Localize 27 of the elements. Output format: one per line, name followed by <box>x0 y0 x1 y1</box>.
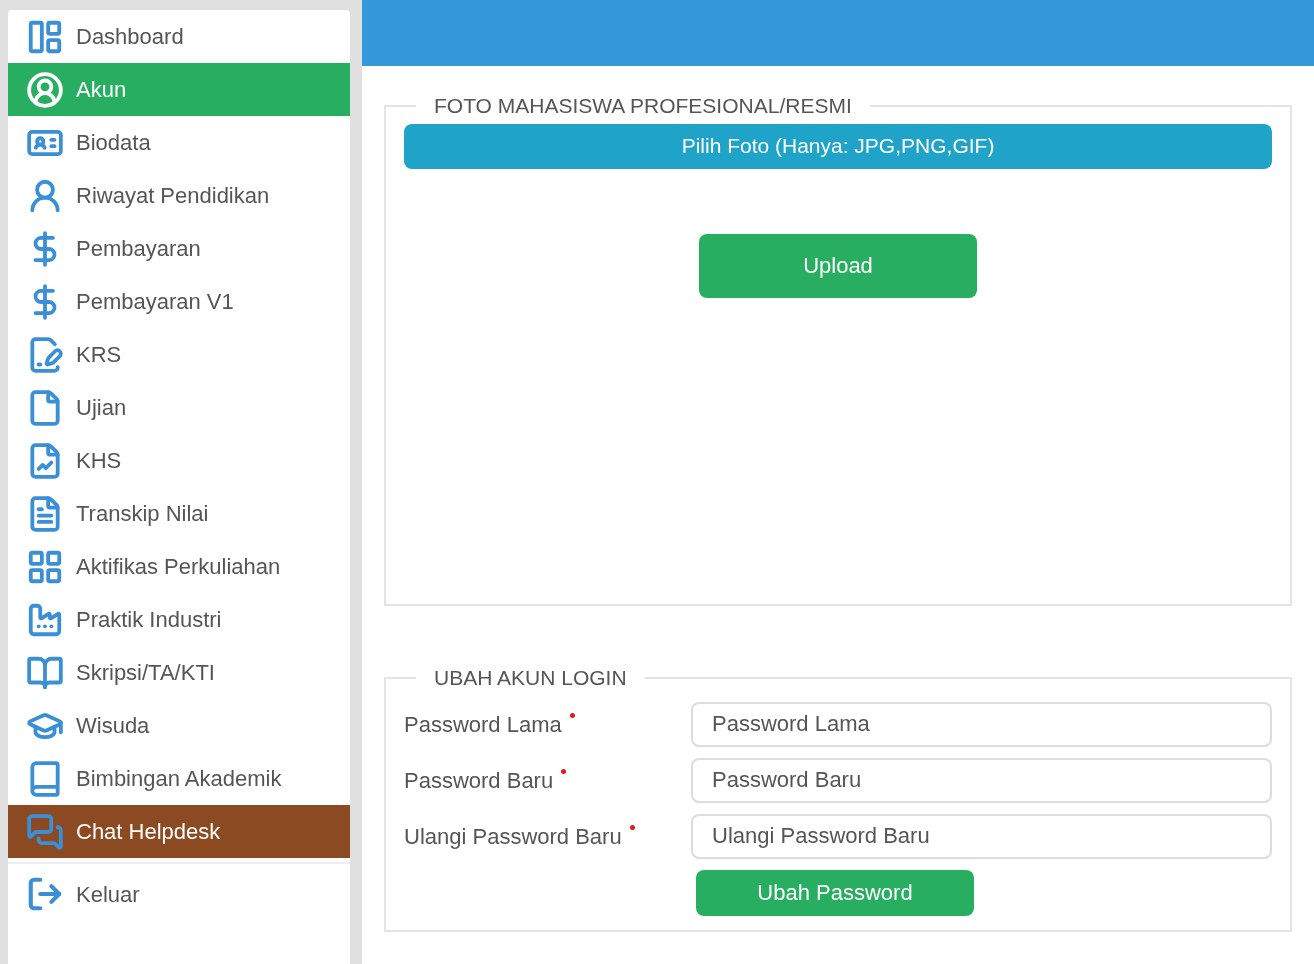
sidebar-item[interactable]: Pembayaran V1 <box>8 275 350 328</box>
field-label: Password Baru <box>404 766 554 795</box>
password-field[interactable]: Ulangi Password Baru <box>691 813 1272 859</box>
sidebar-item[interactable]: Bimbingan Akademik <box>8 752 350 805</box>
section-title: FOTO MAHASISWA PROFESIONAL/RESMI <box>433 93 853 119</box>
chat-bubbles-icon <box>26 812 64 851</box>
sidebar-item[interactable]: KHS <box>8 434 350 487</box>
sidebar-item[interactable]: Skripsi/TA/KTI <box>8 646 350 699</box>
sidebar-item[interactable]: Wisuda <box>8 699 350 752</box>
sidebar-item[interactable]: Riwayat Pendidikan <box>8 169 350 222</box>
logout-icon <box>26 875 64 913</box>
section-title: UBAH AKUN LOGIN <box>433 665 628 691</box>
sidebar-item[interactable]: Ujian <box>8 381 350 434</box>
sidebar-item[interactable]: Dashboard <box>8 10 350 63</box>
sidebar-item[interactable]: Pembayaran <box>8 222 350 275</box>
sidebar-item[interactable]: Praktik Industri <box>8 593 350 646</box>
field-label: Password Lama <box>404 710 562 739</box>
sidebar-item[interactable]: KRS <box>8 328 350 381</box>
sidebar-item[interactable]: Transkip Nilai <box>8 487 350 540</box>
field-label: Ulangi Password Baru <box>404 822 622 851</box>
sidebar-item[interactable]: Biodata <box>8 116 350 169</box>
password-field[interactable]: Password Baru <box>691 757 1272 803</box>
sidebar-item[interactable]: Keluar <box>8 864 350 924</box>
sidebar-item[interactable]: Chat Helpdesk <box>8 805 350 858</box>
password-field[interactable]: Password Lama <box>691 701 1272 747</box>
user-circle-icon <box>26 70 64 109</box>
sidebar-item[interactable]: Aktifikas Perkuliahan <box>8 540 350 593</box>
